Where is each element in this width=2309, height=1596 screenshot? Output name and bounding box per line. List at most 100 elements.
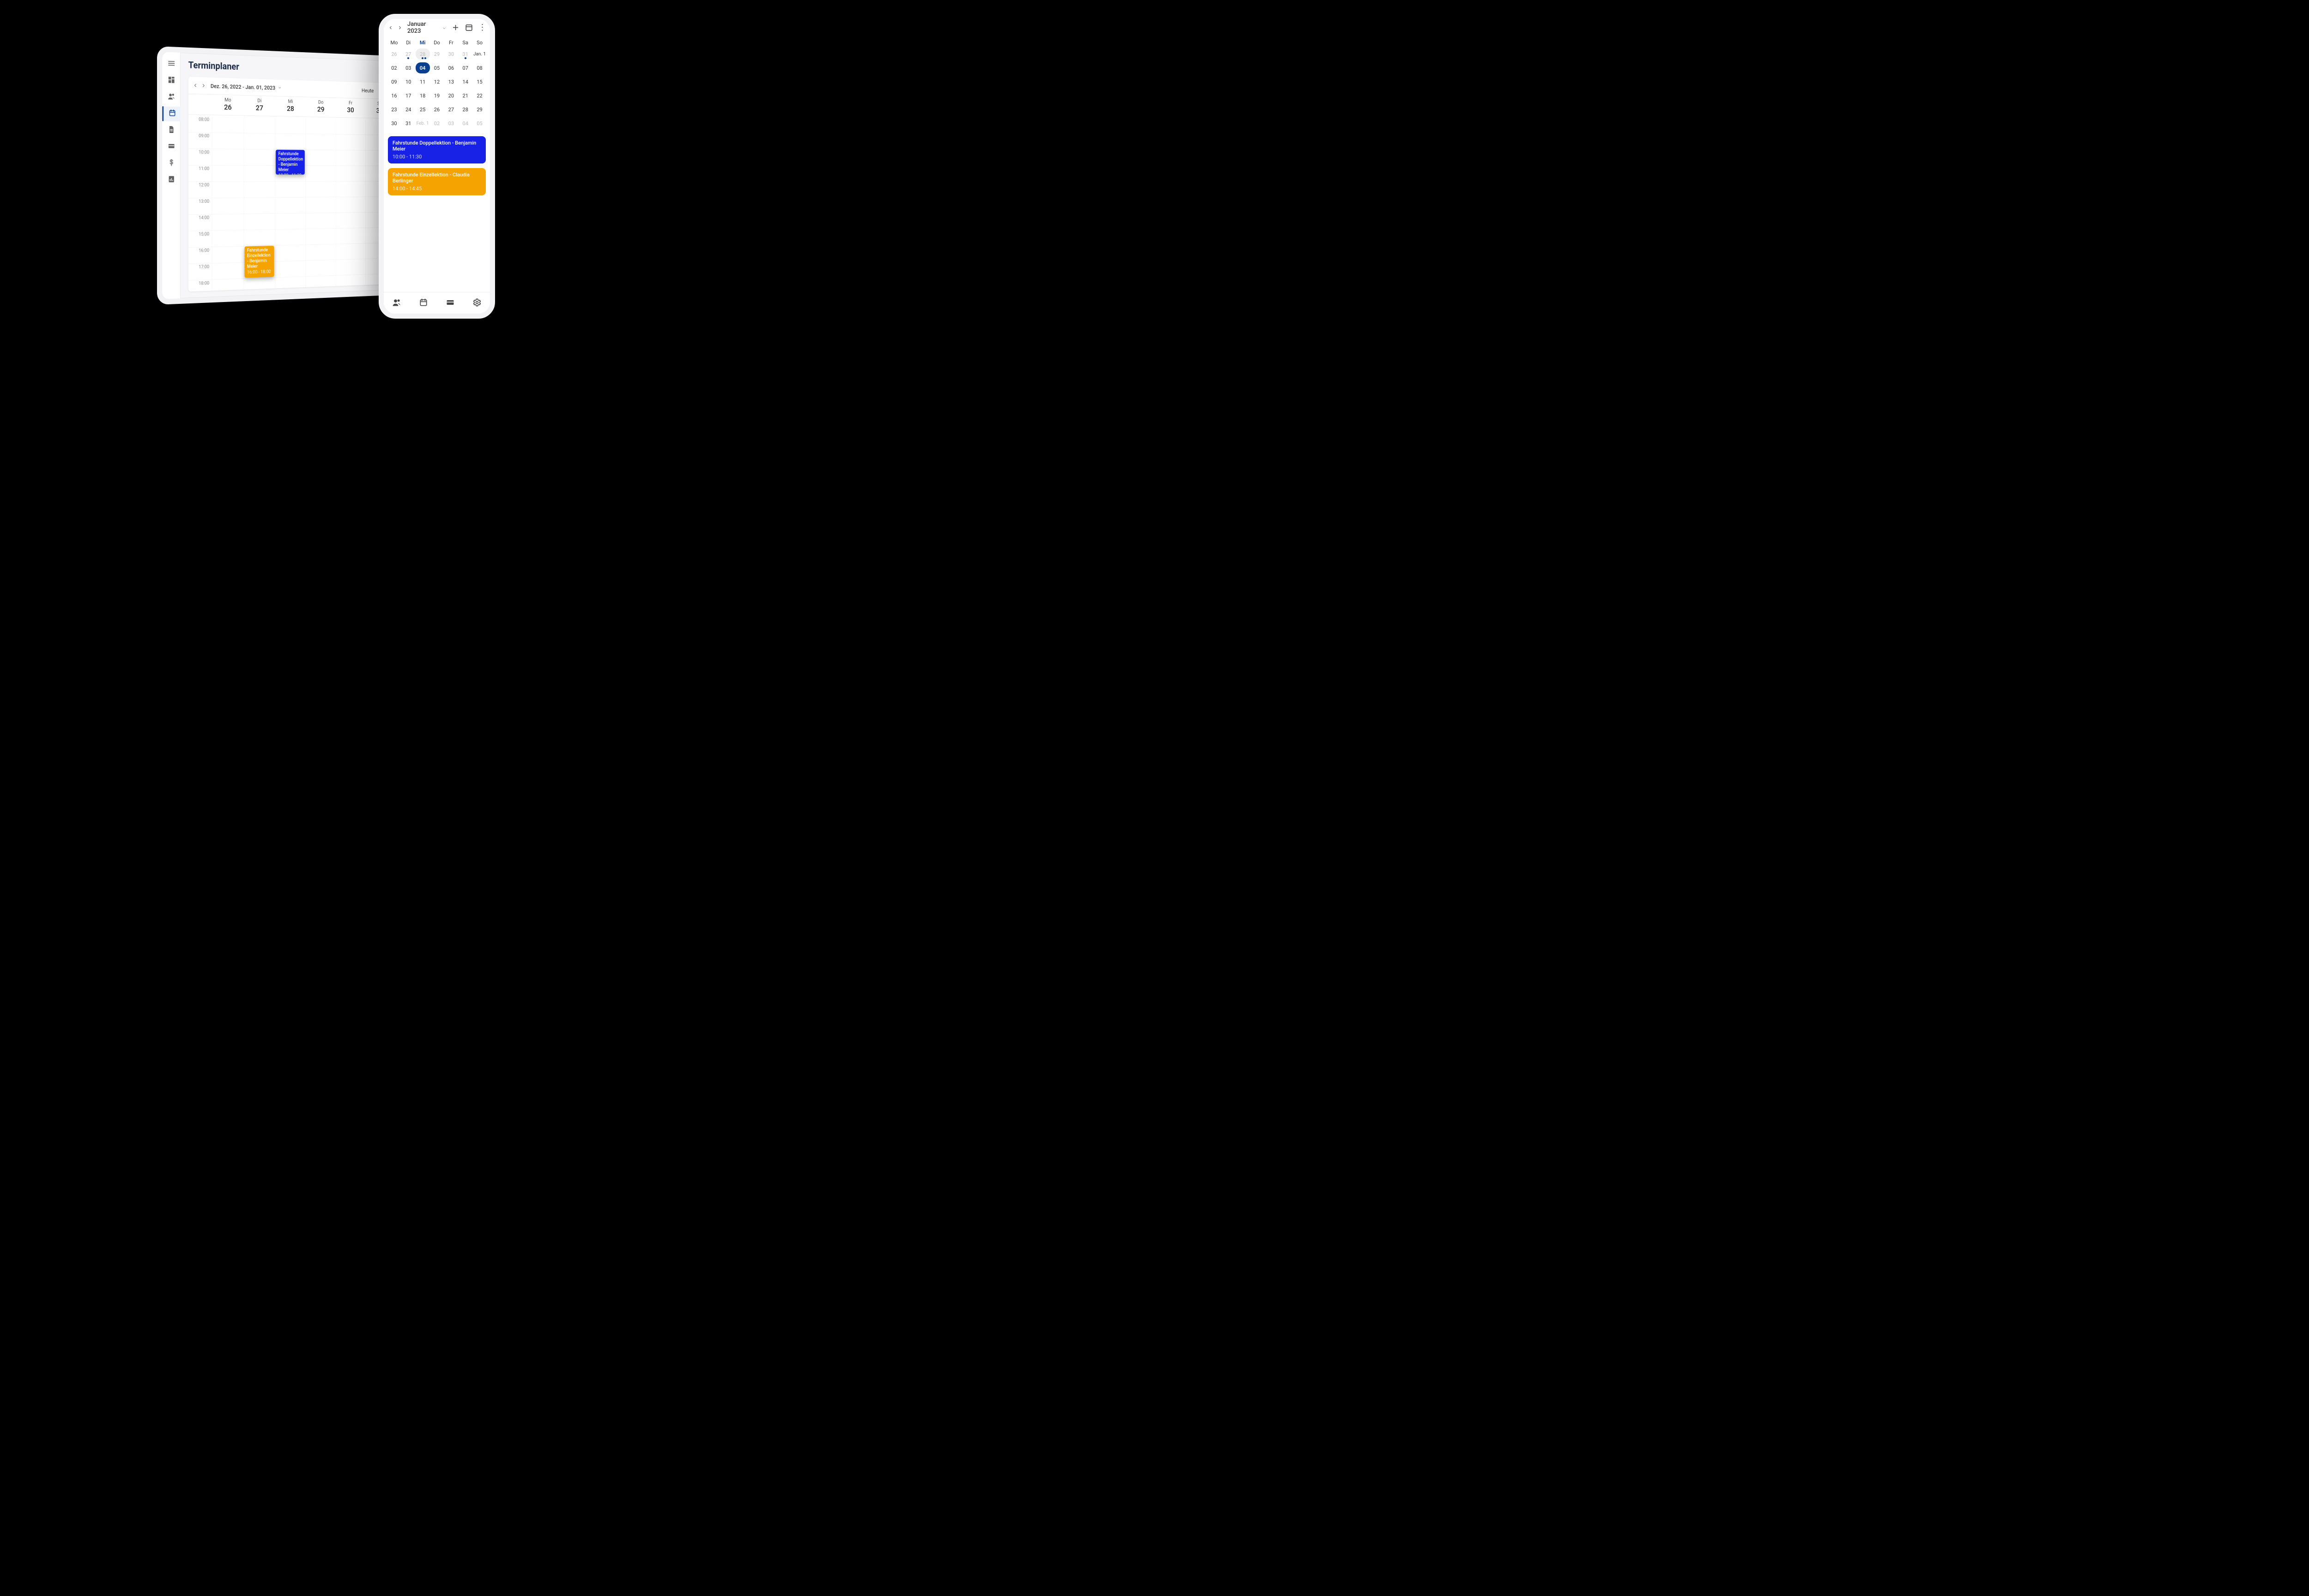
tabbar-calendar[interactable] [418, 298, 429, 309]
date-range-label[interactable]: Dez. 26, 2022 - Jan. 01, 2023 [211, 83, 275, 91]
month-day-cell[interactable]: 12 [430, 76, 444, 87]
chevron-down-icon [278, 85, 282, 91]
page-title: Terminplaner [188, 60, 394, 78]
prev-week-button[interactable] [193, 82, 198, 88]
month-day-cell[interactable]: Feb. 1 [416, 118, 430, 129]
calendar-icon [168, 109, 176, 119]
week-grid: Mo26Di27Mi28Do29Fr30Sa31 08:0009:0010:00… [188, 94, 394, 292]
month-day-cell[interactable]: 03 [401, 62, 416, 73]
weekday-header: MoDiMiDoFrSaSo [383, 37, 490, 48]
event-title: Fahrstunde Einzellektion - Claudia Berli… [393, 172, 481, 184]
month-day-cell[interactable]: 25 [416, 104, 430, 115]
time-row: 13:00 [188, 197, 394, 215]
month-day-cell[interactable]: 11 [416, 76, 430, 87]
weekday-label: Fr [444, 38, 458, 48]
time-row: 08:00 [188, 116, 394, 135]
agenda-list: Fahrstunde Doppellektion - Benjamin Meie… [383, 133, 490, 292]
sidebar-item-people[interactable] [162, 90, 181, 105]
phone-device: Januar 2023 ⋮ MoDiMiDoFrSaSo 26272829303… [379, 14, 495, 319]
month-day-cell[interactable]: 16 [387, 90, 401, 101]
tablet-main: Terminplaner Dez. 26, 2022 - Jan. 01, 20… [181, 53, 399, 298]
month-day-cell[interactable]: 29 [472, 104, 487, 115]
sidebar-item-reports[interactable] [162, 173, 181, 187]
agenda-event[interactable]: Fahrstunde Einzellektion - Claudia Berli… [388, 168, 486, 195]
event-title: Fahrstunde Einzellektion - Benjamin Meie… [247, 248, 272, 270]
people-icon [392, 298, 401, 309]
month-day-cell[interactable]: 03 [444, 118, 458, 129]
day-header[interactable]: Mo26 [212, 95, 244, 115]
month-day-cell[interactable]: 06 [444, 62, 458, 73]
month-day-cell[interactable]: 30 [444, 48, 458, 60]
month-day-cell[interactable]: 02 [387, 62, 401, 73]
tabbar-wallet[interactable] [445, 298, 456, 309]
day-number-label: 29 [306, 105, 336, 114]
next-month-button[interactable] [397, 25, 403, 30]
month-day-cell[interactable]: 04 [458, 118, 472, 129]
sidebar-item-billing[interactable] [162, 156, 181, 171]
month-day-cell[interactable]: 08 [472, 62, 487, 73]
month-day-cell[interactable]: 26 [430, 104, 444, 115]
today-button[interactable]: Heute [358, 85, 377, 96]
month-day-cell[interactable]: 05 [430, 62, 444, 73]
month-day-cell[interactable]: 28 [416, 48, 430, 60]
month-day-cell[interactable]: 31 [458, 48, 472, 60]
event-time: 16:00 - 18:00 [247, 269, 272, 275]
day-number-label: 30 [336, 105, 365, 114]
view-toggle-button[interactable] [465, 23, 473, 32]
day-header[interactable]: Mi28 [275, 97, 306, 117]
event-time: 10:00 - 11:30 [393, 154, 481, 160]
month-day-cell[interactable]: 09 [387, 76, 401, 87]
calendar-event[interactable]: Fahrstunde Doppellektion - Benjamin Meie… [276, 150, 305, 175]
month-day-cell[interactable]: 26 [387, 48, 401, 60]
calendar-event[interactable]: Fahrstunde Einzellektion - Benjamin Meie… [245, 246, 274, 278]
month-day-cell[interactable]: 27 [401, 48, 416, 60]
month-day-cell[interactable]: 07 [458, 62, 472, 73]
tabbar-settings[interactable] [471, 298, 483, 309]
agenda-event[interactable]: Fahrstunde Doppellektion - Benjamin Meie… [388, 136, 486, 163]
week-calendar-card: Dez. 26, 2022 - Jan. 01, 2023 Heute Tag … [188, 77, 394, 291]
sidebar-item-document[interactable] [162, 123, 181, 138]
month-day-cell[interactable]: 20 [444, 90, 458, 101]
month-day-cell[interactable]: 31 [401, 118, 416, 129]
month-day-cell[interactable]: 14 [458, 76, 472, 87]
month-day-cell[interactable]: 02 [430, 118, 444, 129]
grid-icon [168, 76, 175, 86]
sidebar-item-payments[interactable] [162, 139, 181, 154]
more-menu-button[interactable]: ⋮ [478, 23, 487, 32]
month-day-cell[interactable]: 17 [401, 90, 416, 101]
month-day-cell[interactable]: 29 [430, 48, 444, 60]
month-label[interactable]: Januar 2023 [407, 21, 440, 35]
month-day-cell[interactable]: 23 [387, 104, 401, 115]
month-day-cell[interactable]: 22 [472, 90, 487, 101]
month-day-cell[interactable]: 27 [444, 104, 458, 115]
prev-month-button[interactable] [388, 25, 393, 30]
event-indicator-dot [424, 57, 426, 59]
sidebar-item-menu[interactable] [162, 56, 181, 72]
month-day-cell[interactable]: 04 [416, 62, 430, 73]
month-day-cell[interactable]: Jan. 1 [472, 48, 487, 60]
sidebar-item-dashboard[interactable] [162, 73, 181, 88]
day-header[interactable]: Fr30 [336, 98, 365, 118]
day-header[interactable]: Di27 [244, 96, 275, 116]
month-day-cell[interactable]: 19 [430, 90, 444, 101]
month-day-cell[interactable]: 10 [401, 76, 416, 87]
month-day-cell[interactable]: 05 [472, 118, 487, 129]
phone-header: Januar 2023 ⋮ [383, 18, 490, 37]
month-day-cell[interactable]: 13 [444, 76, 458, 87]
time-label: 09:00 [188, 133, 212, 149]
tabbar-people[interactable] [391, 298, 402, 309]
month-day-cell[interactable]: 30 [387, 118, 401, 129]
day-header[interactable]: Do29 [306, 97, 336, 117]
month-day-cell[interactable]: 28 [458, 104, 472, 115]
month-day-cell[interactable]: 21 [458, 90, 472, 101]
sidebar-item-calendar[interactable] [162, 106, 181, 121]
day-number-label: 26 [212, 103, 244, 112]
month-day-cell[interactable]: 24 [401, 104, 416, 115]
calendar-icon [419, 298, 428, 309]
month-day-cell[interactable]: 18 [416, 90, 430, 101]
event-indicator-dot [407, 57, 409, 59]
time-label: 15:00 [188, 231, 212, 248]
next-week-button[interactable] [201, 83, 206, 89]
add-event-button[interactable] [451, 23, 460, 32]
month-day-cell[interactable]: 15 [472, 76, 487, 87]
